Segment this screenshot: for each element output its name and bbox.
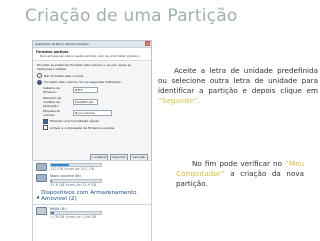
drive-info: 132 GB livres de 201 GB bbox=[50, 163, 102, 171]
option-no-format-label: Não formatar este volume bbox=[44, 73, 84, 78]
description-1-highlight: “Seguinte”. bbox=[158, 96, 200, 105]
option-format[interactable]: Formatar este volume com as seguintes de… bbox=[37, 79, 147, 85]
compression-checkbox[interactable]: Activar a compressão de ficheiros e past… bbox=[43, 125, 147, 130]
my-computer-window: 132 GB livres de 201 GB Novo volume (N:)… bbox=[32, 160, 152, 241]
removable-storage-header[interactable]: ◢ Dispositivos com Armazenamento Amovíve… bbox=[33, 188, 151, 205]
wizard-intro: Escolher se pretende formatar este volum… bbox=[37, 63, 131, 71]
removable-storage-label: Dispositivos com Armazenamento Amovível … bbox=[41, 190, 137, 202]
drive-info: Novo volume (N:) 31,8 GB livres de 31,9 … bbox=[50, 174, 102, 187]
option-format-label: Formatar este volume com as seguintes de… bbox=[44, 80, 122, 84]
wizard-body: Escolher se pretende formatar este volum… bbox=[33, 61, 151, 134]
usb-drive-icon bbox=[36, 206, 47, 215]
option-no-format[interactable]: Não formatar este volume bbox=[37, 73, 147, 78]
drive-name: Novo volume (N:) bbox=[50, 174, 82, 178]
volume-label-input[interactable]: Novo volume bbox=[73, 110, 112, 116]
description-step-2: No fim pode verificar no “Meu Computador… bbox=[176, 159, 304, 189]
description-step-1: Aceite a letra de unidade predefinida ou… bbox=[158, 66, 318, 106]
wizard-header-subtitle: Para armazenar dados nesta partição, tem… bbox=[40, 54, 141, 58]
compression-label: Activar a compressão de ficheiros e past… bbox=[50, 125, 115, 130]
drive-usage-fill bbox=[51, 179, 52, 182]
hard-drive-icon bbox=[36, 174, 47, 182]
filesystem-select[interactable]: NTFS bbox=[73, 87, 98, 93]
description-1-text: Aceite a letra de unidade predefinida ou… bbox=[158, 66, 318, 95]
wizard-header: Formatar partição Para armazenar dados n… bbox=[33, 48, 151, 61]
quick-format-checkbox[interactable]: Efectuar uma formatação rápida bbox=[43, 118, 147, 124]
filesystem-row: Sistema de ficheiros: NTFS bbox=[43, 86, 147, 94]
drive-info: MAIA (R:) 1,78 GB livres de 1,86 GB bbox=[50, 206, 102, 219]
radio-selected-icon bbox=[37, 79, 42, 85]
new-volume-wizard-window: Assistente de Novo Volume Simples × Form… bbox=[32, 40, 152, 164]
drive-usage-fill bbox=[51, 212, 54, 214]
quick-format-label: Efectuar uma formatação rápida bbox=[50, 119, 99, 123]
close-icon[interactable]: × bbox=[145, 41, 150, 46]
removable-drive-item[interactable]: MAIA (R:) 1,78 GB livres de 1,86 GB bbox=[33, 205, 151, 221]
hard-drive-icon bbox=[36, 162, 47, 171]
allocation-select[interactable]: Predefinição bbox=[73, 98, 98, 105]
checkbox-checked-icon bbox=[43, 118, 48, 124]
slide-title: Criação de uma Partição bbox=[25, 6, 238, 26]
drive-size: 31,8 GB livres de 31,9 GB bbox=[50, 182, 97, 187]
collapse-caret-icon: ◢ bbox=[36, 193, 40, 199]
volume-label-row: Etiqueta do volume: Novo volume bbox=[43, 109, 147, 117]
allocation-label: Tamanho da unidade de atribuição: bbox=[43, 95, 62, 108]
wizard-window-title: Assistente de Novo Volume Simples bbox=[35, 42, 89, 46]
radio-icon bbox=[37, 73, 42, 78]
description-2-text: No fim pode verificar no bbox=[192, 159, 286, 168]
drive-name: MAIA (R:) bbox=[50, 206, 67, 211]
wizard-titlebar: Assistente de Novo Volume Simples × bbox=[33, 41, 151, 48]
drive-item-new-volume[interactable]: Novo volume (N:) 31,8 GB livres de 31,9 … bbox=[33, 173, 151, 189]
filesystem-label: Sistema de ficheiros: bbox=[43, 86, 60, 94]
drive-usage-fill bbox=[51, 164, 69, 166]
drive-size: 132 GB livres de 201 GB bbox=[50, 167, 95, 171]
drive-item[interactable]: 132 GB livres de 201 GB bbox=[33, 161, 151, 173]
checkbox-icon bbox=[43, 125, 48, 130]
volume-label-label: Etiqueta do volume: bbox=[43, 109, 61, 117]
allocation-row: Tamanho da unidade de atribuição: Predef… bbox=[43, 96, 147, 108]
drive-size: 1,78 GB livres de 1,86 GB bbox=[50, 215, 97, 219]
